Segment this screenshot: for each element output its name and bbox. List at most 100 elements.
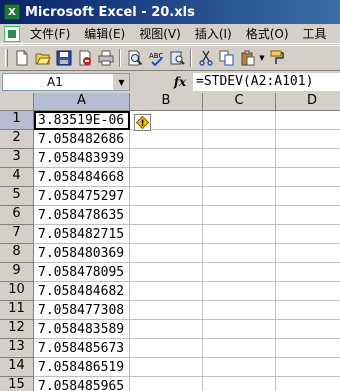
row-header-3[interactable]: 3	[0, 149, 34, 168]
cell-b2[interactable]	[130, 130, 203, 149]
row-header-15[interactable]: 15	[0, 377, 34, 391]
cell-b3[interactable]	[130, 149, 203, 168]
cell-b4[interactable]	[130, 168, 203, 187]
cell-c12[interactable]	[203, 320, 276, 339]
row-header-12[interactable]: 12	[0, 320, 34, 339]
row-header-13[interactable]: 13	[0, 339, 34, 358]
cell-c4[interactable]	[203, 168, 276, 187]
cell-b14[interactable]	[130, 358, 203, 377]
cell-c2[interactable]	[203, 130, 276, 149]
cell-d2[interactable]	[276, 130, 340, 149]
row-header-4[interactable]: 4	[0, 168, 34, 187]
cell-c9[interactable]	[203, 263, 276, 282]
cell-d14[interactable]	[276, 358, 340, 377]
cell-c6[interactable]	[203, 206, 276, 225]
spelling-icon[interactable]: ABC	[145, 48, 166, 69]
cell-a15[interactable]: 7.058485965	[34, 377, 130, 391]
formula-input[interactable]: =STDEV(A2:A101)	[193, 73, 340, 91]
paste-dropdown-icon[interactable]: ▼	[258, 48, 266, 69]
cell-b6[interactable]	[130, 206, 203, 225]
cell-a2[interactable]: 7.058482686	[34, 130, 130, 149]
cell-b10[interactable]	[130, 282, 203, 301]
cell-d12[interactable]	[276, 320, 340, 339]
column-header-d[interactable]: D	[276, 93, 340, 111]
menu-insert[interactable]: 插入(I)	[188, 25, 239, 43]
column-header-b[interactable]: B	[130, 93, 203, 111]
open-icon[interactable]	[32, 48, 53, 69]
workbook-icon[interactable]	[4, 25, 20, 42]
cell-b12[interactable]	[130, 320, 203, 339]
row-header-8[interactable]: 8	[0, 244, 34, 263]
select-all-corner[interactable]	[0, 93, 34, 111]
cell-d1[interactable]	[276, 111, 340, 130]
cell-d5[interactable]	[276, 187, 340, 206]
cell-b5[interactable]	[130, 187, 203, 206]
menu-tools[interactable]: 工具	[296, 25, 334, 43]
cell-d9[interactable]	[276, 263, 340, 282]
cell-d7[interactable]	[276, 225, 340, 244]
column-header-c[interactable]: C	[203, 93, 276, 111]
menu-format[interactable]: 格式(O)	[239, 25, 296, 43]
cell-d6[interactable]	[276, 206, 340, 225]
menu-view[interactable]: 视图(V)	[132, 25, 188, 43]
cell-c11[interactable]	[203, 301, 276, 320]
row-header-2[interactable]: 2	[0, 130, 34, 149]
row-header-10[interactable]: 10	[0, 282, 34, 301]
menu-edit[interactable]: 编辑(E)	[77, 25, 132, 43]
print-preview-icon[interactable]	[124, 48, 145, 69]
format-painter-icon[interactable]	[266, 48, 287, 69]
cell-c3[interactable]	[203, 149, 276, 168]
paste-icon[interactable]	[237, 48, 258, 69]
cell-a1[interactable]: 3.83519E-06	[34, 111, 130, 130]
cell-d3[interactable]	[276, 149, 340, 168]
chevron-down-icon[interactable]: ▼	[113, 74, 129, 90]
cell-c7[interactable]	[203, 225, 276, 244]
new-icon[interactable]	[11, 48, 32, 69]
cell-c15[interactable]	[203, 377, 276, 391]
research-icon[interactable]	[166, 48, 187, 69]
cell-b7[interactable]	[130, 225, 203, 244]
cell-a5[interactable]: 7.058475297	[34, 187, 130, 206]
cell-c8[interactable]	[203, 244, 276, 263]
name-box[interactable]: A1 ▼	[2, 73, 130, 91]
row-header-14[interactable]: 14	[0, 358, 34, 377]
cell-a7[interactable]: 7.058482715	[34, 225, 130, 244]
row-header-5[interactable]: 5	[0, 187, 34, 206]
cell-a3[interactable]: 7.058483939	[34, 149, 130, 168]
cell-a14[interactable]: 7.058486519	[34, 358, 130, 377]
print-icon[interactable]	[95, 48, 116, 69]
cell-b13[interactable]	[130, 339, 203, 358]
cell-c1[interactable]	[203, 111, 276, 130]
cell-d10[interactable]	[276, 282, 340, 301]
row-header-11[interactable]: 11	[0, 301, 34, 320]
save-icon[interactable]	[53, 48, 74, 69]
cell-b8[interactable]	[130, 244, 203, 263]
row-header-6[interactable]: 6	[0, 206, 34, 225]
insert-function-button[interactable]: fx	[170, 74, 190, 90]
cell-c5[interactable]	[203, 187, 276, 206]
column-header-a[interactable]: A	[34, 93, 130, 111]
cell-a9[interactable]: 7.058478095	[34, 263, 130, 282]
cell-a10[interactable]: 7.058484682	[34, 282, 130, 301]
copy-icon[interactable]	[216, 48, 237, 69]
row-header-1[interactable]: 1	[0, 111, 34, 130]
cell-b9[interactable]	[130, 263, 203, 282]
cell-b11[interactable]	[130, 301, 203, 320]
cell-b15[interactable]	[130, 377, 203, 391]
cell-c13[interactable]	[203, 339, 276, 358]
cell-d8[interactable]	[276, 244, 340, 263]
cell-c14[interactable]	[203, 358, 276, 377]
cell-a13[interactable]: 7.058485673	[34, 339, 130, 358]
cell-c10[interactable]	[203, 282, 276, 301]
cell-d4[interactable]	[276, 168, 340, 187]
cell-a12[interactable]: 7.058483589	[34, 320, 130, 339]
cell-a4[interactable]: 7.058484668	[34, 168, 130, 187]
toolbar-grip[interactable]	[5, 49, 8, 67]
row-header-7[interactable]: 7	[0, 225, 34, 244]
menu-file[interactable]: 文件(F)	[23, 25, 77, 43]
cell-a8[interactable]: 7.058480369	[34, 244, 130, 263]
cell-d15[interactable]	[276, 377, 340, 391]
cut-icon[interactable]	[195, 48, 216, 69]
cell-a11[interactable]: 7.058477308	[34, 301, 130, 320]
permission-icon[interactable]	[74, 48, 95, 69]
